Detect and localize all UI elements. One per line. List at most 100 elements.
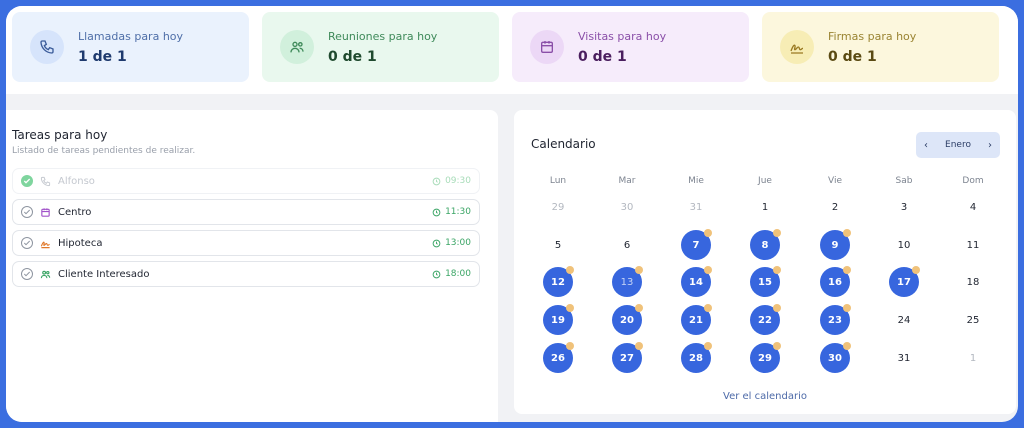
calendar-icon [530, 30, 564, 64]
calendar-day-with-events[interactable]: 28 [681, 342, 712, 373]
task-label: Alfonso [58, 175, 95, 187]
task-time: 11:30 [432, 207, 471, 217]
weekday-label: Lun [549, 176, 567, 186]
weekday-label: Mar [618, 176, 636, 186]
event-dot [704, 342, 712, 350]
day-number: 8 [761, 239, 769, 251]
task-row[interactable]: Hipoteca 13:00 [12, 230, 480, 256]
stat-label: Llamadas para hoy [78, 29, 184, 43]
day-number: 31 [689, 201, 703, 213]
stat-value: 0 de 1 [328, 48, 377, 65]
calendar-day-with-events[interactable]: 29 [750, 342, 781, 373]
calendar-day[interactable]: 11 [958, 230, 988, 260]
signature-icon [780, 30, 814, 64]
calendar-day[interactable]: 29 [543, 192, 573, 222]
event-dot [704, 229, 712, 237]
calendar-day-with-events[interactable]: 8 [750, 229, 781, 260]
calendar-day[interactable]: 5 [543, 230, 573, 260]
event-dot [566, 266, 574, 274]
stat-card-signatures[interactable]: Firmas para hoy 0 de 1 [762, 12, 999, 82]
calendar-day[interactable]: 3 [889, 192, 919, 222]
stat-card-visits[interactable]: Visitas para hoy 0 de 1 [512, 12, 749, 82]
weekday-label: Sab [895, 176, 913, 186]
event-dot [773, 266, 781, 274]
day-number: 17 [897, 276, 911, 288]
calendar-day[interactable]: 1 [750, 192, 780, 222]
calendar-day[interactable]: 10 [889, 230, 919, 260]
calendar-day-with-events[interactable]: 16 [820, 266, 851, 297]
stats-bar: Llamadas para hoy 1 de 1 Reuniones para … [6, 6, 1018, 94]
task-label: Cliente Interesado [58, 268, 150, 280]
check-icon[interactable] [21, 175, 33, 187]
calendar-day[interactable]: 18 [958, 267, 988, 297]
event-dot [773, 304, 781, 312]
day-number: 1 [761, 201, 769, 213]
task-row[interactable]: Centro 11:30 [12, 199, 480, 225]
calendar-day-with-events[interactable]: 7 [681, 229, 712, 260]
calendar-day[interactable]: 1 [958, 343, 988, 373]
clock-icon [432, 270, 441, 278]
day-number: 13 [620, 276, 634, 288]
calendar-icon [39, 206, 51, 218]
task-time: 09:30 [432, 176, 471, 186]
calendar-day-with-events[interactable]: 17 [889, 266, 920, 297]
calendar-day[interactable]: 24 [889, 305, 919, 335]
event-dot [773, 229, 781, 237]
chevron-right-icon[interactable]: › [988, 140, 992, 151]
calendar-day-with-events[interactable]: 14 [681, 266, 712, 297]
calendar-day-with-events[interactable]: 15 [750, 266, 781, 297]
calendar-day[interactable]: 25 [958, 305, 988, 335]
day-number: 11 [966, 239, 980, 251]
calendar-day-with-events[interactable]: 27 [612, 342, 643, 373]
event-dot [912, 266, 920, 274]
calendar-day[interactable]: 4 [958, 192, 988, 222]
event-dot [704, 304, 712, 312]
calendar-day-with-events[interactable]: 19 [543, 304, 574, 335]
stat-card-meetings[interactable]: Reuniones para hoy 0 de 1 [262, 12, 499, 82]
event-dot [843, 229, 851, 237]
calendar-day-with-events[interactable]: 22 [750, 304, 781, 335]
chevron-left-icon[interactable]: ‹ [924, 140, 928, 151]
calendar-day-with-events[interactable]: 21 [681, 304, 712, 335]
stat-card-calls[interactable]: Llamadas para hoy 1 de 1 [12, 12, 249, 82]
weekday-label: Mie [688, 176, 704, 186]
check-icon[interactable] [21, 268, 33, 280]
calendar-day[interactable]: 31 [681, 192, 711, 222]
check-icon[interactable] [21, 237, 33, 249]
calendar-day-with-events[interactable]: 30 [820, 342, 851, 373]
users-icon [280, 30, 314, 64]
clock-icon [432, 239, 441, 247]
tasks-subtitle: Listado de tareas pendientes de realizar… [12, 146, 196, 156]
calendar-day-with-events[interactable]: 12 [543, 266, 574, 297]
weekday-label: Dom [962, 176, 984, 186]
task-time-label: 13:00 [445, 238, 471, 248]
calendar-day[interactable]: 31 [889, 343, 919, 373]
day-number: 31 [897, 352, 911, 364]
day-number: 30 [620, 201, 634, 213]
calendar-day[interactable]: 6 [612, 230, 642, 260]
view-calendar-link[interactable]: Ver el calendario [514, 391, 1016, 402]
clock-icon [432, 177, 441, 185]
signature-icon [39, 237, 51, 249]
stat-value: 1 de 1 [78, 48, 127, 65]
task-row[interactable]: Alfonso 09:30 [12, 168, 480, 194]
day-number: 16 [828, 276, 842, 288]
task-row[interactable]: Cliente Interesado 18:00 [12, 261, 480, 287]
calendar-day-with-events[interactable]: 23 [820, 304, 851, 335]
task-label: Hipoteca [58, 237, 103, 249]
calendar-day[interactable]: 2 [820, 192, 850, 222]
day-number: 14 [689, 276, 703, 288]
calendar-day-with-events[interactable]: 9 [820, 229, 851, 260]
event-dot [566, 304, 574, 312]
check-icon[interactable] [21, 206, 33, 218]
calendar-day-with-events[interactable]: 26 [543, 342, 574, 373]
day-number: 2 [831, 201, 839, 213]
event-dot [566, 342, 574, 350]
event-dot [635, 266, 643, 274]
day-number: 18 [966, 276, 980, 288]
day-number: 26 [551, 352, 565, 364]
calendar-day[interactable]: 30 [612, 192, 642, 222]
day-number: 25 [966, 314, 980, 326]
calendar-day-with-events[interactable]: 13 [612, 266, 643, 297]
calendar-day-with-events[interactable]: 20 [612, 304, 643, 335]
